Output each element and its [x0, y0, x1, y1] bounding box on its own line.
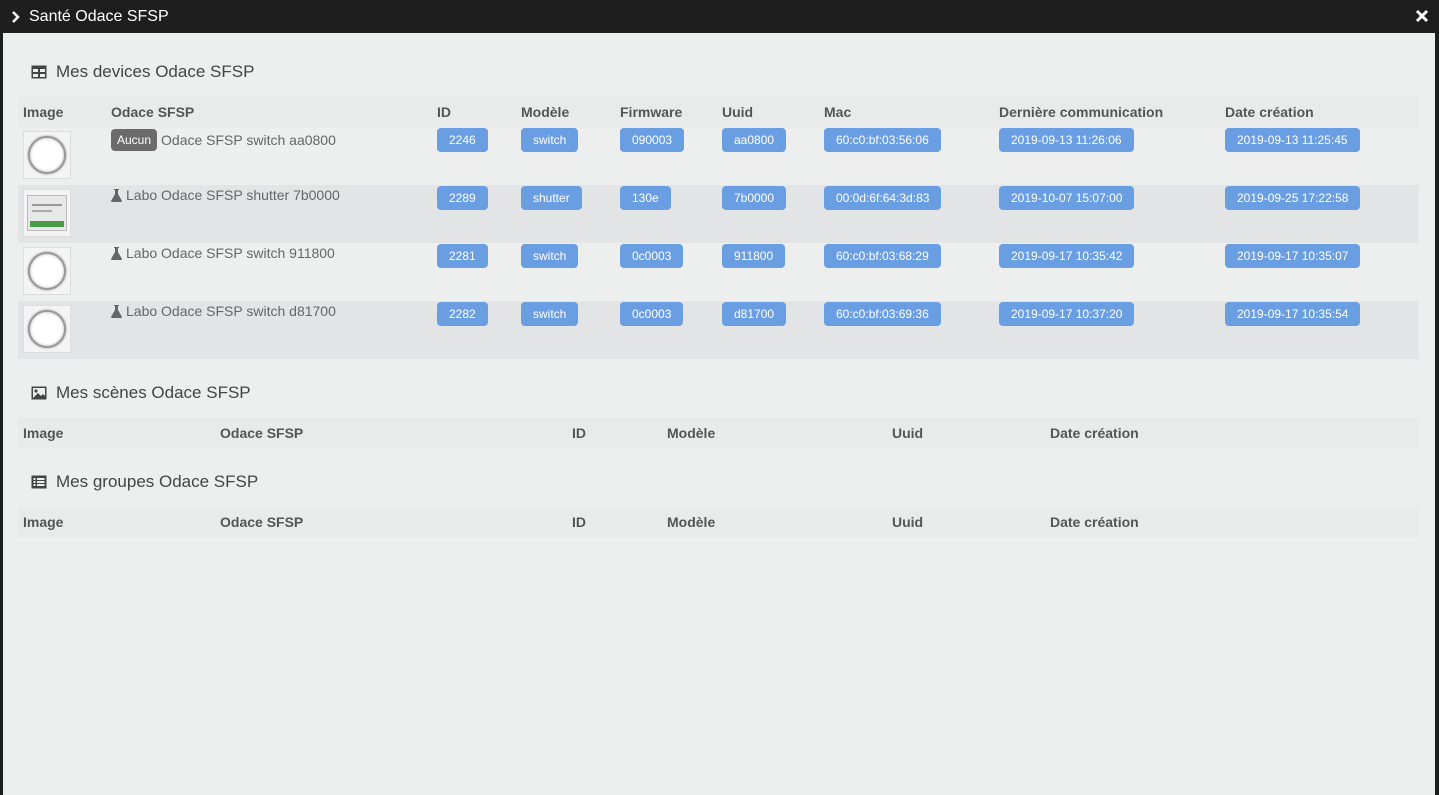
scenes-table-header: Image Odace SFSP ID Modèle Uuid Date cré… — [18, 418, 1419, 448]
created-badge: 2019-09-13 11:25:45 — [1225, 128, 1360, 152]
health-modal: Santé Odace SFSP Mes devices Odace SFSP … — [3, 0, 1435, 795]
groups-table-header: Image Odace SFSP ID Modèle Uuid Date cré… — [18, 507, 1419, 537]
table-row[interactable]: Labo Odace SFSP switch d81700 2282 switc… — [18, 301, 1419, 359]
last-comm-badge: 2019-10-07 15:07:00 — [999, 186, 1135, 210]
last-comm-badge: 2019-09-17 10:37:20 — [999, 302, 1135, 326]
firmware-badge: 130e — [620, 186, 671, 210]
col-firmware: Firmware — [615, 97, 717, 127]
table-row[interactable]: Labo Odace SFSP switch 911800 2281 switc… — [18, 243, 1419, 301]
list-icon — [31, 475, 47, 489]
chevron-right-icon — [11, 10, 23, 23]
id-badge: 2282 — [437, 302, 488, 326]
id-badge: 2281 — [437, 244, 488, 268]
uuid-badge: aa0800 — [722, 128, 787, 152]
room-tag: Aucun — [111, 129, 158, 151]
col-name: Odace SFSP — [215, 507, 567, 537]
device-name[interactable]: Labo Odace SFSP shutter 7b0000 — [126, 187, 340, 203]
col-mac: Mac — [819, 97, 994, 127]
modal-title: Santé Odace SFSP — [29, 7, 169, 25]
device-image — [23, 189, 71, 237]
created-badge: 2019-09-17 10:35:07 — [1225, 244, 1361, 268]
col-name: Odace SFSP — [215, 418, 567, 448]
firmware-badge: 0c0003 — [620, 302, 684, 326]
id-badge: 2289 — [437, 186, 488, 210]
col-image: Image — [18, 418, 215, 448]
table-row[interactable]: Aucun Odace SFSP switch aa0800 2246 switc… — [18, 127, 1419, 185]
model-badge: switch — [521, 244, 579, 268]
devices-section-label: Mes devices Odace SFSP — [56, 62, 255, 81]
mac-badge: 60:c0:bf:03:68:29 — [824, 244, 941, 268]
model-badge: shutter — [521, 186, 582, 210]
uuid-badge: 911800 — [722, 244, 786, 268]
col-uuid: Uuid — [887, 418, 1045, 448]
col-image: Image — [18, 507, 215, 537]
col-created: Date création — [1045, 418, 1419, 448]
device-image — [23, 131, 71, 179]
col-created: Date création — [1045, 507, 1419, 537]
col-last-comm: Dernière communication — [994, 97, 1220, 127]
device-name[interactable]: Odace SFSP switch aa0800 — [161, 132, 336, 148]
col-model: Modèle — [516, 97, 615, 127]
col-image: Image — [18, 97, 106, 127]
last-comm-badge: 2019-09-17 10:35:42 — [999, 244, 1135, 268]
uuid-badge: 7b0000 — [722, 186, 787, 210]
col-model: Modèle — [662, 418, 887, 448]
modal-titlebar: Santé Odace SFSP — [3, 0, 1435, 33]
id-badge: 2246 — [437, 128, 488, 152]
devices-table-header: Image Odace SFSP ID Modèle Firmware Uuid… — [18, 97, 1419, 127]
mac-badge: 60:c0:bf:03:69:36 — [824, 302, 941, 326]
close-icon[interactable] — [1415, 9, 1429, 23]
col-model: Modèle — [662, 507, 887, 537]
col-created: Date création — [1220, 97, 1419, 127]
device-name[interactable]: Labo Odace SFSP switch 911800 — [126, 245, 335, 261]
device-image — [23, 305, 71, 353]
flask-icon — [111, 188, 122, 202]
model-badge: switch — [521, 302, 579, 326]
groups-table: Image Odace SFSP ID Modèle Uuid Date cré… — [18, 507, 1419, 537]
last-comm-badge: 2019-09-13 11:26:06 — [999, 128, 1134, 152]
col-name: Odace SFSP — [106, 97, 432, 127]
groups-section-label: Mes groupes Odace SFSP — [56, 472, 259, 491]
model-badge: switch — [521, 128, 579, 152]
created-badge: 2019-09-17 10:35:54 — [1225, 302, 1361, 326]
flask-icon — [111, 246, 122, 260]
devices-table: Image Odace SFSP ID Modèle Firmware Uuid… — [18, 97, 1419, 359]
mac-badge: 00:0d:6f:64:3d:83 — [824, 186, 942, 210]
col-id: ID — [432, 97, 516, 127]
image-icon — [31, 386, 47, 400]
table-row[interactable]: Labo Odace SFSP shutter 7b0000 2289 shut… — [18, 185, 1419, 243]
groups-section-title: Mes groupes Odace SFSP — [31, 472, 258, 492]
firmware-badge: 0c0003 — [620, 244, 684, 268]
device-name[interactable]: Labo Odace SFSP switch d81700 — [126, 303, 336, 319]
device-image — [23, 247, 71, 295]
devices-section-title: Mes devices Odace SFSP — [31, 62, 254, 82]
uuid-badge: d81700 — [722, 302, 787, 326]
table-icon — [31, 65, 47, 79]
firmware-badge: 090003 — [620, 128, 685, 152]
scenes-section-label: Mes scènes Odace SFSP — [56, 383, 251, 402]
flask-icon — [111, 304, 122, 318]
mac-badge: 60:c0:bf:03:56:06 — [824, 128, 941, 152]
scenes-section-title: Mes scènes Odace SFSP — [31, 383, 251, 403]
created-badge: 2019-09-25 17:22:58 — [1225, 186, 1361, 210]
col-id: ID — [567, 507, 662, 537]
col-id: ID — [567, 418, 662, 448]
col-uuid: Uuid — [887, 507, 1045, 537]
col-uuid: Uuid — [717, 97, 819, 127]
scenes-table: Image Odace SFSP ID Modèle Uuid Date cré… — [18, 418, 1419, 448]
